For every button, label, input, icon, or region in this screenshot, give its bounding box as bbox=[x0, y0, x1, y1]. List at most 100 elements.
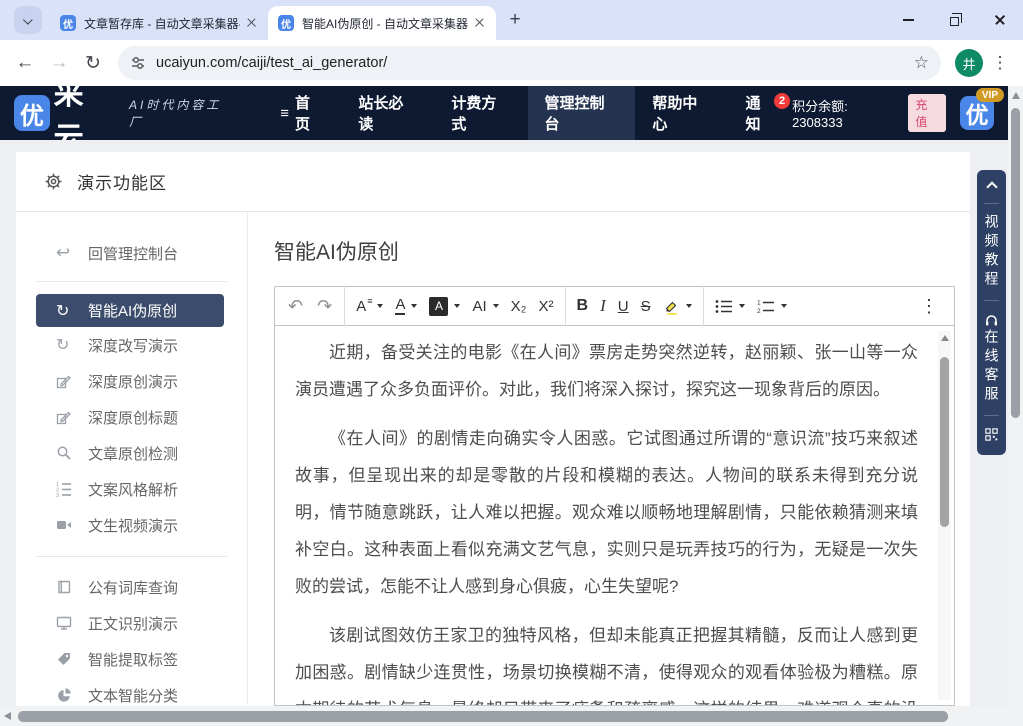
browser-toolbar: ← → ↻ ucaiyun.com/caiji/test_ai_generato… bbox=[0, 40, 1023, 86]
numbered-list-button[interactable]: 12 bbox=[751, 291, 793, 321]
nav-item-pricing[interactable]: 计费方式 bbox=[434, 86, 527, 140]
editor-scrollbar-thumb[interactable] bbox=[940, 357, 949, 527]
browser-tab-inactive[interactable]: 优 文章暂存库 - 自动文章采集器- bbox=[50, 6, 268, 40]
underline-button[interactable]: U bbox=[612, 291, 635, 321]
font-color-glyph: A bbox=[395, 297, 405, 315]
online-service-link[interactable]: 在线客服 bbox=[985, 329, 999, 405]
sidebar-item-text-to-video-demo[interactable]: 文生视频演示 bbox=[16, 507, 247, 543]
edit-icon bbox=[56, 373, 74, 389]
undo-button[interactable]: ↶ bbox=[281, 291, 310, 321]
search-icon bbox=[56, 445, 74, 461]
subscript-button[interactable]: X₂ bbox=[505, 291, 533, 321]
nav-item-admin-console[interactable]: 管理控制台 bbox=[528, 86, 636, 140]
sidebar-item-deep-original-title[interactable]: 深度原创标题 bbox=[16, 399, 247, 435]
sidebar-item-label: 文本智能分类 bbox=[88, 685, 178, 706]
sidebar-item-label: 正文识别演示 bbox=[88, 613, 178, 634]
user-avatar[interactable]: 优 VIP bbox=[960, 96, 994, 130]
horizontal-scrollbar-thumb[interactable] bbox=[18, 711, 948, 722]
editor-scrollbar[interactable] bbox=[938, 331, 951, 700]
sidebar-item-copy-style-analysis[interactable]: 123 文案风格解析 bbox=[16, 471, 247, 507]
site-favicon: 优 bbox=[278, 15, 294, 31]
bulleted-list-button[interactable] bbox=[709, 291, 751, 321]
tab-close-icon[interactable] bbox=[472, 15, 488, 31]
minimize-icon bbox=[903, 19, 914, 21]
sidebar-item-originality-check[interactable]: 文章原创检测 bbox=[16, 435, 247, 471]
sidebar-item-label: 文章原创检测 bbox=[88, 443, 178, 464]
scroll-up-arrow-icon[interactable] bbox=[1012, 92, 1020, 99]
vertical-scrollbar-thumb[interactable] bbox=[1011, 108, 1020, 418]
sidebar-item-label: 深度原创演示 bbox=[88, 371, 178, 392]
site-logo[interactable]: 优 采云 AI时代内容工厂 bbox=[0, 86, 235, 140]
demo-sidebar: ↩ 回管理控制台 ↻ 智能AI伪原创 ↻ 深度改写演示 深度原创演示 bbox=[16, 212, 248, 705]
font-size-button[interactable]: A≡ bbox=[350, 291, 389, 321]
recharge-button[interactable]: 充值 bbox=[908, 94, 946, 132]
bookmark-star-icon[interactable]: ☆ bbox=[914, 53, 929, 73]
pie-chart-icon bbox=[56, 687, 74, 703]
bold-button[interactable]: B bbox=[571, 291, 595, 321]
tab-search-button[interactable] bbox=[14, 6, 42, 34]
divider bbox=[36, 281, 227, 282]
sidebar-item-ai-pseudo-original[interactable]: ↻ 智能AI伪原创 bbox=[36, 294, 224, 327]
scroll-up-arrow-icon[interactable] bbox=[941, 335, 949, 341]
sidebar-item-smart-tag-extraction[interactable]: 智能提取标签 bbox=[16, 641, 247, 677]
scroll-left-arrow-icon[interactable] bbox=[4, 712, 11, 720]
toolbar-separator bbox=[565, 286, 566, 326]
sidebar-item-label: 公有词库查询 bbox=[88, 577, 178, 598]
sidebar-item-deep-original-demo[interactable]: 深度原创演示 bbox=[16, 363, 247, 399]
nav-item-help-center[interactable]: 帮助中心 bbox=[635, 86, 728, 140]
restore-button[interactable] bbox=[931, 0, 977, 40]
browser-tab-strip: 优 文章暂存库 - 自动文章采集器- 优 智能AI伪原创 - 自动文章采集器 + bbox=[0, 0, 1023, 40]
numbered-list-icon: 12 bbox=[757, 299, 775, 314]
sidebar-item-label: 智能AI伪原创 bbox=[88, 300, 177, 321]
sidebar-item-deep-rewrite-demo[interactable]: ↻ 深度改写演示 bbox=[16, 327, 247, 363]
font-background-button[interactable]: A bbox=[423, 291, 466, 321]
site-settings-icon[interactable] bbox=[130, 55, 146, 71]
tab-close-icon[interactable] bbox=[244, 15, 260, 31]
nav-item-webmaster-guide[interactable]: 站长必读 bbox=[341, 86, 434, 140]
browser-profile-avatar[interactable]: 井 bbox=[955, 49, 983, 77]
superscript-button[interactable]: X² bbox=[533, 291, 560, 321]
close-button[interactable] bbox=[977, 0, 1023, 40]
video-tutorial-link[interactable]: 视频教程 bbox=[985, 214, 999, 290]
editor-content[interactable]: 近期，备受关注的电影《在人间》票房走势突然逆转，赵丽颖、张一山等一众演员遭遇了众… bbox=[274, 326, 955, 706]
redo-button[interactable]: ↷ bbox=[310, 291, 339, 321]
nav-label: 计费方式 bbox=[451, 92, 510, 134]
collapse-up-icon[interactable] bbox=[986, 181, 997, 192]
highlight-button[interactable] bbox=[657, 291, 698, 321]
nav-item-notifications[interactable]: 通知 2 bbox=[728, 86, 792, 140]
font-family-button[interactable]: AI bbox=[466, 291, 504, 321]
nav-item-home[interactable]: ≡ 首页 bbox=[263, 86, 341, 140]
book-icon bbox=[56, 579, 74, 595]
sidebar-item-body-extraction-demo[interactable]: 正文识别演示 bbox=[16, 605, 247, 641]
sidebar-item-public-lexicon-query[interactable]: 公有词库查询 bbox=[16, 569, 247, 605]
minimize-button[interactable] bbox=[885, 0, 931, 40]
video-camera-icon bbox=[56, 517, 74, 533]
floating-help-panel: 视频教程 在线客服 bbox=[977, 170, 1006, 455]
italic-button[interactable]: I bbox=[594, 291, 612, 321]
browser-menu-button[interactable]: ⋮ bbox=[983, 53, 1017, 73]
toolbar-overflow-button[interactable]: ⋮ bbox=[910, 296, 948, 317]
nav-label: 帮助中心 bbox=[652, 92, 711, 134]
browser-tab-active[interactable]: 优 智能AI伪原创 - 自动文章采集器 bbox=[268, 6, 496, 40]
chevron-down-icon bbox=[411, 304, 417, 308]
paragraph: 《在人间》的剧情走向确实令人困惑。它试图通过所谓的“意识流”技巧来叙述故事，但呈… bbox=[295, 420, 918, 605]
font-color-button[interactable]: A bbox=[389, 291, 423, 321]
strikethrough-button[interactable]: S bbox=[635, 291, 657, 321]
new-tab-button[interactable]: + bbox=[502, 7, 528, 33]
site-tagline: AI时代内容工厂 bbox=[129, 96, 235, 130]
page-horizontal-scrollbar[interactable] bbox=[0, 706, 1008, 726]
page-title: 演示功能区 bbox=[77, 169, 167, 194]
nav-label: 首页 bbox=[295, 92, 324, 134]
nav-label: 站长必读 bbox=[358, 92, 417, 134]
page-vertical-scrollbar[interactable] bbox=[1008, 86, 1023, 706]
sidebar-item-label: 深度改写演示 bbox=[88, 335, 178, 356]
numbered-list-icon: 123 bbox=[56, 481, 74, 497]
url-text[interactable]: ucaiyun.com/caiji/test_ai_generator/ bbox=[156, 55, 914, 71]
sidebar-back-to-console[interactable]: ↩ 回管理控制台 bbox=[16, 238, 247, 268]
window-controls bbox=[885, 0, 1023, 40]
qr-code-icon[interactable] bbox=[985, 428, 998, 441]
address-bar[interactable]: ucaiyun.com/caiji/test_ai_generator/ ☆ bbox=[118, 46, 941, 80]
back-button[interactable]: ← bbox=[8, 52, 42, 74]
svg-text:3: 3 bbox=[56, 493, 59, 497]
sidebar-item-text-classification[interactable]: 文本智能分类 bbox=[16, 677, 247, 706]
